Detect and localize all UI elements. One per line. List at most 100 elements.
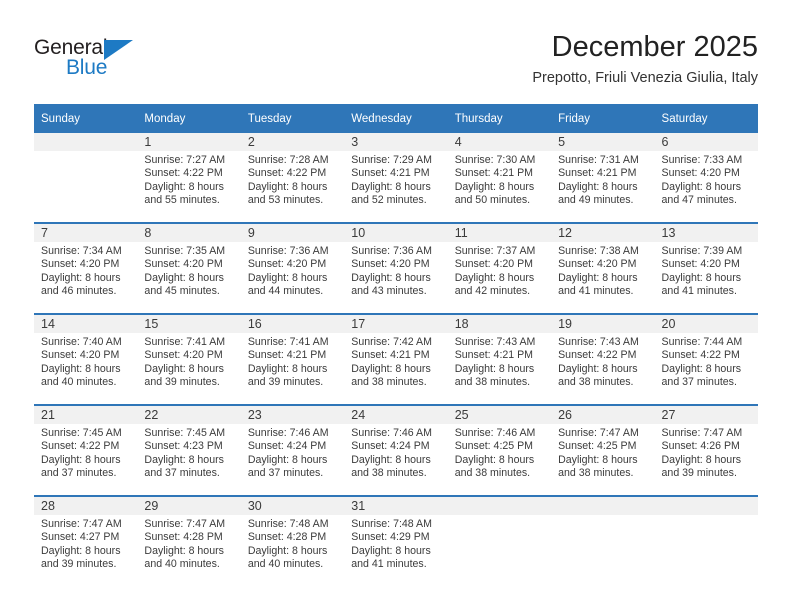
day-number: 4 <box>447 133 552 151</box>
day-cell[interactable]: 15 Sunrise: 7:41 AM Sunset: 4:20 PM Dayligh… <box>137 313 241 405</box>
day-cell[interactable]: 7 Sunrise: 7:34 AM Sunset: 4:20 PM Daylight… <box>34 222 138 314</box>
sunrise-text: Sunrise: 7:36 AM <box>247 245 329 257</box>
day-cell[interactable]: 17 Sunrise: 7:42 AM Sunset: 4:21 PM Dayligh… <box>344 313 448 405</box>
day-cell[interactable]: 25 Sunrise: 7:46 AM Sunset: 4:25 PM Dayligh… <box>447 404 552 496</box>
day-info: Sunrise: 7:28 AM Sunset: 4:22 PM Daylight:… <box>241 151 344 208</box>
day-cell[interactable] <box>551 495 655 586</box>
day-cell[interactable]: 30 Sunrise: 7:48 AM Sunset: 4:28 PM Dayligh… <box>240 495 345 586</box>
sunset-text: Sunset: 4:20 PM <box>41 349 120 362</box>
day-info: Sunrise: 7:45 AM Sunset: 4:22 PM Daylight:… <box>34 424 137 481</box>
day-info: Sunrise: 7:40 AM Sunset: 4:20 PM Daylight:… <box>34 333 137 390</box>
sunset-text: Sunset: 4:20 PM <box>661 167 740 180</box>
sunset-text: Sunset: 4:29 PM <box>351 531 430 544</box>
daylight-text-line2: and 42 minutes. <box>454 285 531 298</box>
daylight-text-line1: Daylight: 8 hours <box>144 453 224 466</box>
sunset-text: Sunset: 4:28 PM <box>144 531 223 544</box>
daylight-text-line1: Daylight: 8 hours <box>661 271 742 284</box>
daylight-text-line2: and 40 minutes. <box>144 558 220 571</box>
sunrise-text: Sunrise: 7:42 AM <box>351 336 432 348</box>
day-cell[interactable]: 31 Sunrise: 7:48 AM Sunset: 4:29 PM Dayligh… <box>344 495 448 586</box>
day-cell[interactable]: 6 Sunrise: 7:33 AM Sunset: 4:20 PM Daylight… <box>654 133 758 223</box>
day-cell[interactable] <box>34 133 138 223</box>
day-info: Sunrise: 7:36 AM Sunset: 4:20 PM Daylight:… <box>344 242 447 299</box>
daylight-text-line1: Daylight: 8 hours <box>558 362 638 375</box>
day-number: 6 <box>654 133 758 151</box>
day-number: 8 <box>137 224 241 242</box>
day-number: 28 <box>34 497 138 515</box>
day-cell[interactable]: 11 Sunrise: 7:37 AM Sunset: 4:20 PM Dayligh… <box>447 222 552 314</box>
day-cell[interactable]: 9 Sunrise: 7:36 AM Sunset: 4:20 PM Daylight… <box>240 222 345 314</box>
sunset-text: Sunset: 4:21 PM <box>558 167 637 180</box>
daylight-text-line1: Daylight: 8 hours <box>454 180 535 193</box>
day-cell[interactable]: 4 Sunrise: 7:30 AM Sunset: 4:21 PM Daylight… <box>447 133 552 223</box>
day-info: Sunrise: 7:27 AM Sunset: 4:22 PM Daylight:… <box>137 151 240 208</box>
weekday-header-tuesday: Tuesday <box>240 104 345 133</box>
day-cell[interactable]: 22 Sunrise: 7:45 AM Sunset: 4:23 PM Dayligh… <box>137 404 241 496</box>
sunset-text: Sunset: 4:20 PM <box>661 258 740 271</box>
daylight-text-line2: and 44 minutes. <box>247 285 324 298</box>
daylight-text-line1: Daylight: 8 hours <box>247 544 328 557</box>
day-cell[interactable]: 21 Sunrise: 7:45 AM Sunset: 4:22 PM Dayligh… <box>34 404 138 496</box>
day-info: Sunrise: 7:47 AM Sunset: 4:28 PM Daylight:… <box>137 515 240 572</box>
day-info: Sunrise: 7:47 AM Sunset: 4:26 PM Daylight:… <box>655 424 758 481</box>
sunset-text: Sunset: 4:22 PM <box>661 349 740 362</box>
daylight-text-line2: and 39 minutes. <box>247 376 324 389</box>
sunrise-text: Sunrise: 7:41 AM <box>144 336 226 348</box>
day-cell[interactable]: 27 Sunrise: 7:47 AM Sunset: 4:26 PM Dayligh… <box>654 404 758 496</box>
day-cell[interactable]: 24 Sunrise: 7:46 AM Sunset: 4:24 PM Dayligh… <box>344 404 448 496</box>
day-number: 31 <box>344 497 448 515</box>
sunset-text: Sunset: 4:25 PM <box>558 440 637 453</box>
day-cell[interactable]: 2 Sunrise: 7:28 AM Sunset: 4:22 PM Daylight… <box>240 133 345 223</box>
day-info <box>655 515 758 518</box>
day-number: 24 <box>344 406 448 424</box>
daylight-text-line2: and 37 minutes. <box>247 467 324 480</box>
day-info: Sunrise: 7:34 AM Sunset: 4:20 PM Daylight:… <box>34 242 137 299</box>
daylight-text-line1: Daylight: 8 hours <box>247 180 328 193</box>
day-cell[interactable]: 12 Sunrise: 7:38 AM Sunset: 4:20 PM Dayligh… <box>551 222 655 314</box>
sunset-text: Sunset: 4:21 PM <box>351 167 430 180</box>
day-cell[interactable]: 14 Sunrise: 7:40 AM Sunset: 4:20 PM Dayligh… <box>34 313 138 405</box>
day-info: Sunrise: 7:41 AM Sunset: 4:21 PM Daylight:… <box>241 333 344 390</box>
sunset-text: Sunset: 4:24 PM <box>351 440 430 453</box>
sunrise-text: Sunrise: 7:47 AM <box>558 427 639 439</box>
day-cell[interactable]: 5 Sunrise: 7:31 AM Sunset: 4:21 PM Daylight… <box>551 133 655 223</box>
weekday-header-monday: Monday <box>137 104 241 133</box>
day-cell[interactable]: 28 Sunrise: 7:47 AM Sunset: 4:27 PM Dayligh… <box>34 495 138 586</box>
day-cell[interactable]: 29 Sunrise: 7:47 AM Sunset: 4:28 PM Dayligh… <box>137 495 241 586</box>
day-number: 16 <box>240 315 345 333</box>
day-cell[interactable]: 8 Sunrise: 7:35 AM Sunset: 4:20 PM Daylight… <box>137 222 241 314</box>
sunrise-text: Sunrise: 7:36 AM <box>351 245 432 257</box>
sunset-text: Sunset: 4:22 PM <box>247 167 327 180</box>
weekday-header-friday: Friday <box>551 104 655 133</box>
daylight-text-line2: and 55 minutes. <box>144 194 220 207</box>
day-info: Sunrise: 7:47 AM Sunset: 4:25 PM Daylight:… <box>551 424 654 481</box>
day-number: 20 <box>654 315 758 333</box>
day-cell[interactable]: 13 Sunrise: 7:39 AM Sunset: 4:20 PM Dayligh… <box>654 222 758 314</box>
day-cell[interactable]: 19 Sunrise: 7:43 AM Sunset: 4:22 PM Dayligh… <box>551 313 655 405</box>
day-cell[interactable] <box>447 495 552 586</box>
day-cell[interactable]: 18 Sunrise: 7:43 AM Sunset: 4:21 PM Dayligh… <box>447 313 552 405</box>
day-number: 22 <box>137 406 241 424</box>
day-number: 29 <box>137 497 241 515</box>
day-number: 2 <box>240 133 345 151</box>
sunrise-text: Sunrise: 7:44 AM <box>661 336 743 348</box>
day-cell[interactable]: 23 Sunrise: 7:46 AM Sunset: 4:24 PM Dayligh… <box>240 404 345 496</box>
day-cell[interactable]: 26 Sunrise: 7:47 AM Sunset: 4:25 PM Dayligh… <box>551 404 655 496</box>
daylight-text-line1: Daylight: 8 hours <box>558 453 638 466</box>
calendar-page: General Blue December 2025 Prepotto, Fri… <box>0 0 792 612</box>
sunrise-text: Sunrise: 7:39 AM <box>661 245 743 257</box>
daylight-text-line2: and 38 minutes. <box>351 467 427 480</box>
day-cell[interactable]: 16 Sunrise: 7:41 AM Sunset: 4:21 PM Dayligh… <box>240 313 345 405</box>
day-cell[interactable] <box>654 495 758 586</box>
day-number <box>447 497 552 515</box>
day-cell[interactable]: 1 Sunrise: 7:27 AM Sunset: 4:22 PM Daylight… <box>137 133 241 223</box>
week-row: 28 Sunrise: 7:47 AM Sunset: 4:27 PM Dayligh… <box>34 495 758 586</box>
day-number <box>551 497 655 515</box>
daylight-text-line1: Daylight: 8 hours <box>351 271 431 284</box>
day-cell[interactable]: 3 Sunrise: 7:29 AM Sunset: 4:21 PM Daylight… <box>344 133 448 223</box>
sunrise-text: Sunrise: 7:47 AM <box>661 427 743 439</box>
page-title: December 2025 <box>551 31 758 63</box>
day-cell[interactable]: 20 Sunrise: 7:44 AM Sunset: 4:22 PM Dayligh… <box>654 313 758 405</box>
day-cell[interactable]: 10 Sunrise: 7:36 AM Sunset: 4:20 PM Dayligh… <box>344 222 448 314</box>
day-number: 18 <box>447 315 552 333</box>
